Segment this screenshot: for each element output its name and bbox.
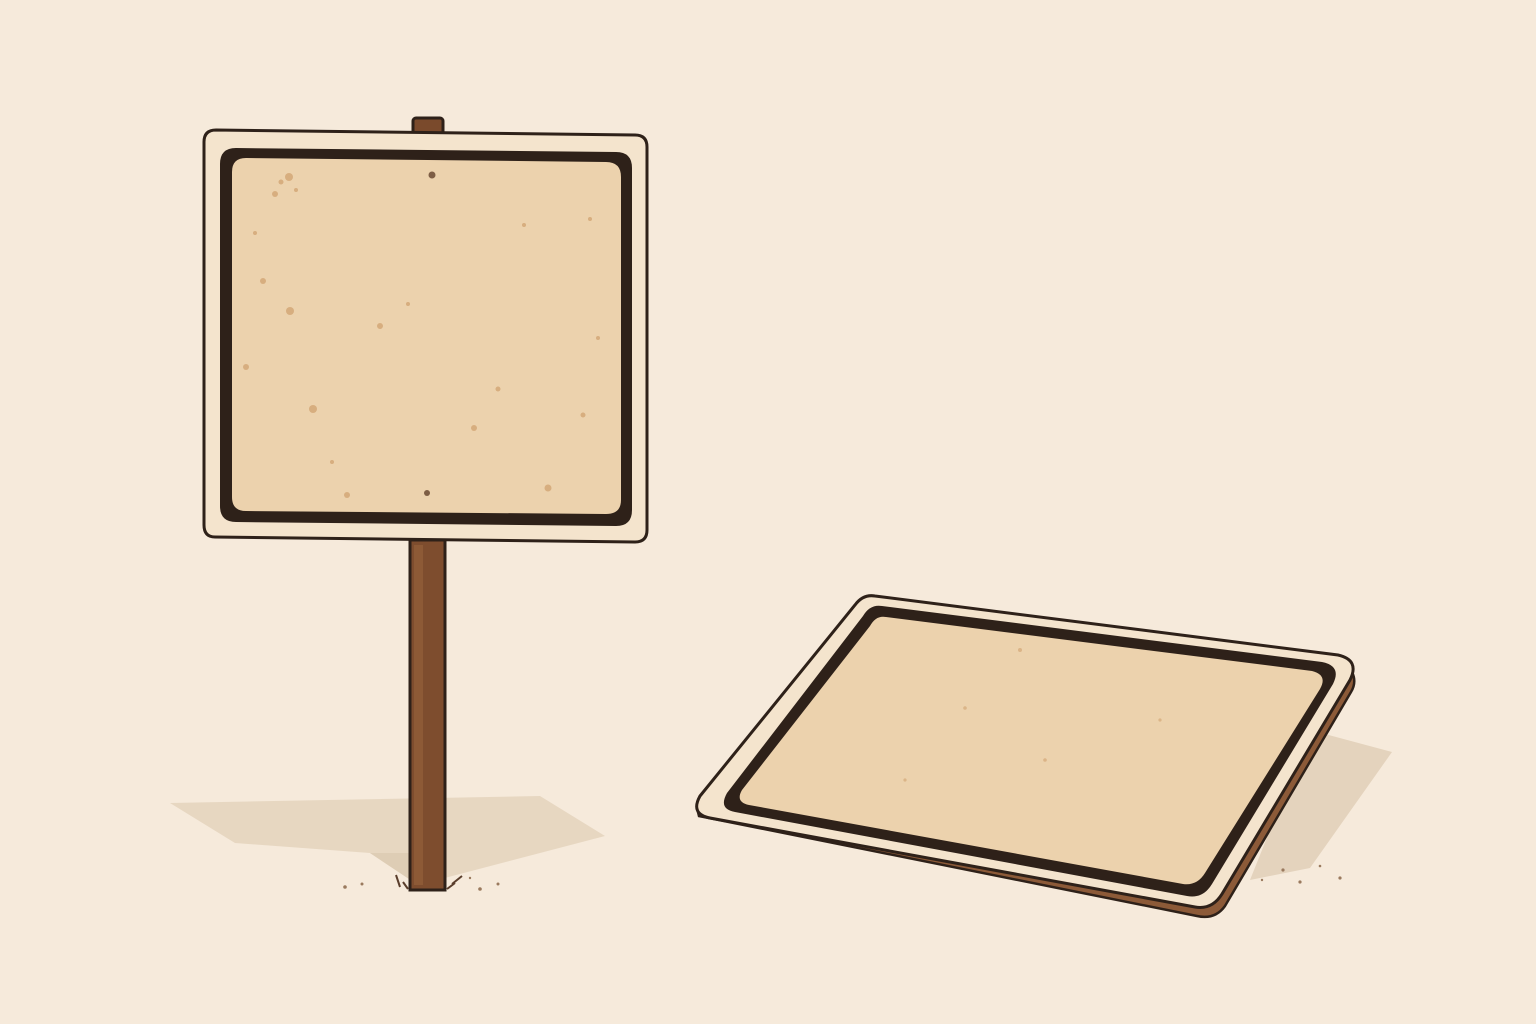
signs-illustration (170, 116, 1392, 919)
illustration-scene (0, 0, 1536, 1024)
standing-sign-shadow (170, 796, 605, 885)
standing-sign (170, 116, 649, 892)
standing-sign-face (232, 158, 621, 514)
fallen-sign (695, 594, 1392, 919)
